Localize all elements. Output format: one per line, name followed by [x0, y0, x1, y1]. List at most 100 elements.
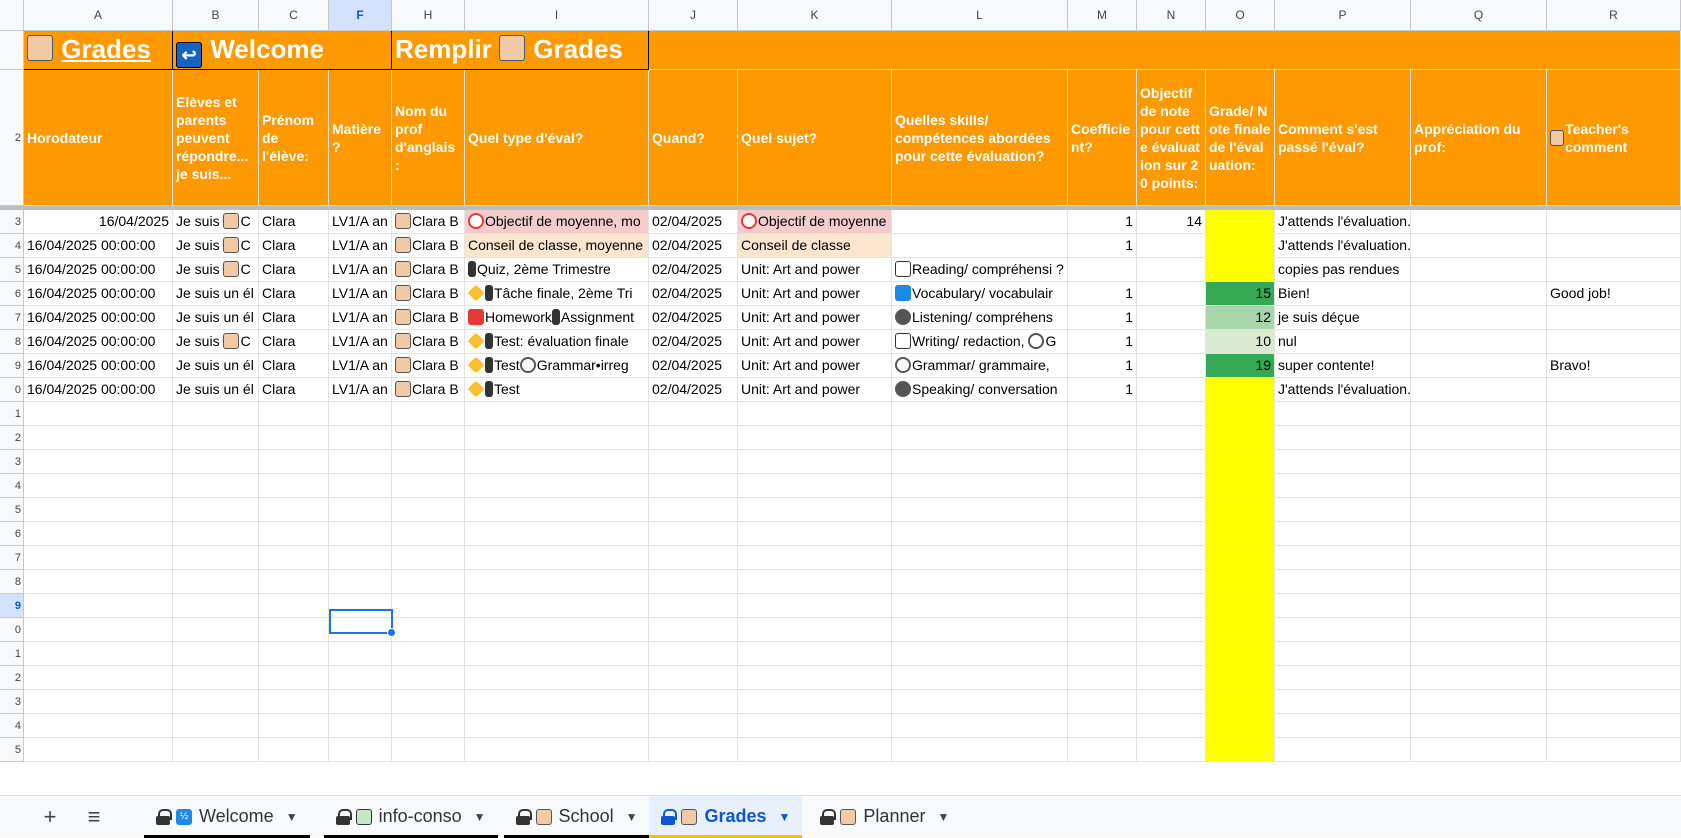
table-cell[interactable]: Clara B	[392, 234, 465, 258]
table-cell[interactable]	[173, 738, 259, 762]
row-header[interactable]: 0	[0, 618, 24, 642]
table-cell[interactable]	[1137, 450, 1206, 474]
table-cell[interactable]	[649, 738, 738, 762]
table-cell[interactable]	[1068, 474, 1137, 498]
table-cell[interactable]: Good job!	[1547, 282, 1681, 306]
table-cell[interactable]	[329, 714, 392, 738]
table-cell[interactable]	[1068, 690, 1137, 714]
table-cell[interactable]	[1206, 546, 1275, 570]
column-header-c[interactable]: C	[259, 0, 329, 31]
table-cell[interactable]	[1275, 666, 1411, 690]
table-cell[interactable]	[1275, 426, 1411, 450]
table-cell[interactable]	[1206, 378, 1275, 402]
row-header[interactable]: 0	[0, 378, 24, 402]
table-cell[interactable]	[392, 426, 465, 450]
table-cell[interactable]: 10	[1206, 330, 1275, 354]
header-skills[interactable]: Quelles skills/ compétences abordées pou…	[892, 70, 1068, 206]
table-cell[interactable]	[738, 594, 892, 618]
table-cell[interactable]	[1547, 642, 1681, 666]
column-header-q[interactable]: Q	[1411, 0, 1547, 31]
table-cell[interactable]	[1411, 642, 1547, 666]
table-cell[interactable]	[1411, 594, 1547, 618]
row-header[interactable]: 7	[0, 306, 24, 330]
table-cell[interactable]: 16/04/2025 00:00:00	[24, 258, 173, 282]
table-cell[interactable]	[173, 690, 259, 714]
table-cell[interactable]	[1411, 234, 1547, 258]
table-cell[interactable]	[1275, 738, 1411, 762]
table-cell[interactable]	[465, 618, 649, 642]
table-cell[interactable]	[24, 474, 173, 498]
row-header[interactable]: 8	[0, 330, 24, 354]
table-cell[interactable]: Unit: Art and power	[738, 330, 892, 354]
table-cell[interactable]	[24, 738, 173, 762]
table-cell[interactable]	[1547, 546, 1681, 570]
table-cell[interactable]	[649, 642, 738, 666]
table-cell[interactable]	[1137, 690, 1206, 714]
table-cell[interactable]	[465, 498, 649, 522]
table-cell[interactable]	[465, 450, 649, 474]
table-cell[interactable]	[24, 618, 173, 642]
column-header-p[interactable]: P	[1275, 0, 1411, 31]
table-cell[interactable]	[649, 618, 738, 642]
table-cell[interactable]: 02/04/2025	[649, 258, 738, 282]
header-horodateur[interactable]: Horodateur	[24, 70, 173, 206]
table-cell[interactable]: je suis déçue	[1275, 306, 1411, 330]
table-cell[interactable]	[1547, 522, 1681, 546]
table-cell[interactable]	[1275, 642, 1411, 666]
header-grade[interactable]: Grade/ Note finale de l'évaluation:	[1206, 70, 1275, 206]
table-cell[interactable]	[329, 666, 392, 690]
table-cell[interactable]	[1275, 594, 1411, 618]
table-cell[interactable]	[1068, 594, 1137, 618]
table-cell[interactable]	[1206, 450, 1275, 474]
table-cell[interactable]	[24, 402, 173, 426]
table-cell[interactable]: Clara B	[392, 282, 465, 306]
add-sheet-button[interactable]: +	[28, 796, 72, 838]
table-cell[interactable]	[1137, 618, 1206, 642]
table-cell[interactable]	[1137, 354, 1206, 378]
table-cell[interactable]	[329, 402, 392, 426]
table-cell[interactable]	[1068, 642, 1137, 666]
table-cell[interactable]: 02/04/2025	[649, 378, 738, 402]
table-cell[interactable]	[1547, 666, 1681, 690]
table-cell[interactable]	[1411, 522, 1547, 546]
table-cell[interactable]	[892, 426, 1068, 450]
table-cell[interactable]	[1411, 498, 1547, 522]
table-cell[interactable]: Clara B	[392, 330, 465, 354]
table-cell[interactable]: Objectif de moyenne, mo	[465, 210, 649, 234]
chevron-down-icon[interactable]: ▼	[286, 810, 298, 824]
table-cell[interactable]	[392, 714, 465, 738]
table-cell[interactable]	[1547, 690, 1681, 714]
table-cell[interactable]: Clara B	[392, 378, 465, 402]
table-cell[interactable]: LV1/A an	[329, 378, 392, 402]
table-cell[interactable]	[392, 642, 465, 666]
table-cell[interactable]	[1137, 402, 1206, 426]
column-header-k[interactable]: K	[738, 0, 892, 31]
tab-info-conso[interactable]: info-conso ▼	[323, 796, 498, 838]
table-cell[interactable]: 02/04/2025	[649, 354, 738, 378]
table-cell[interactable]	[1547, 474, 1681, 498]
table-cell[interactable]: Clara	[259, 378, 329, 402]
table-cell[interactable]: Unit: Art and power	[738, 378, 892, 402]
table-cell[interactable]	[1411, 282, 1547, 306]
table-cell[interactable]	[1275, 450, 1411, 474]
table-cell[interactable]	[649, 546, 738, 570]
table-cell[interactable]: 14	[1137, 210, 1206, 234]
table-cell[interactable]	[1547, 618, 1681, 642]
tab-planner[interactable]: Planner ▼	[808, 796, 961, 838]
table-cell[interactable]	[465, 714, 649, 738]
table-cell[interactable]: Conseil de classe, moyenne	[465, 234, 649, 258]
table-cell[interactable]	[1547, 330, 1681, 354]
table-cell[interactable]: Test: évaluation finale	[465, 330, 649, 354]
table-cell[interactable]	[1411, 450, 1547, 474]
table-cell[interactable]	[649, 426, 738, 450]
table-cell[interactable]	[173, 474, 259, 498]
table-cell[interactable]	[173, 642, 259, 666]
table-cell[interactable]: Test Grammar•irreg	[465, 354, 649, 378]
table-cell[interactable]	[465, 690, 649, 714]
table-cell[interactable]	[1411, 690, 1547, 714]
table-cell[interactable]	[1068, 666, 1137, 690]
table-cell[interactable]	[259, 594, 329, 618]
table-cell[interactable]: Clara B	[392, 306, 465, 330]
table-cell[interactable]	[1275, 714, 1411, 738]
table-cell[interactable]	[24, 594, 173, 618]
